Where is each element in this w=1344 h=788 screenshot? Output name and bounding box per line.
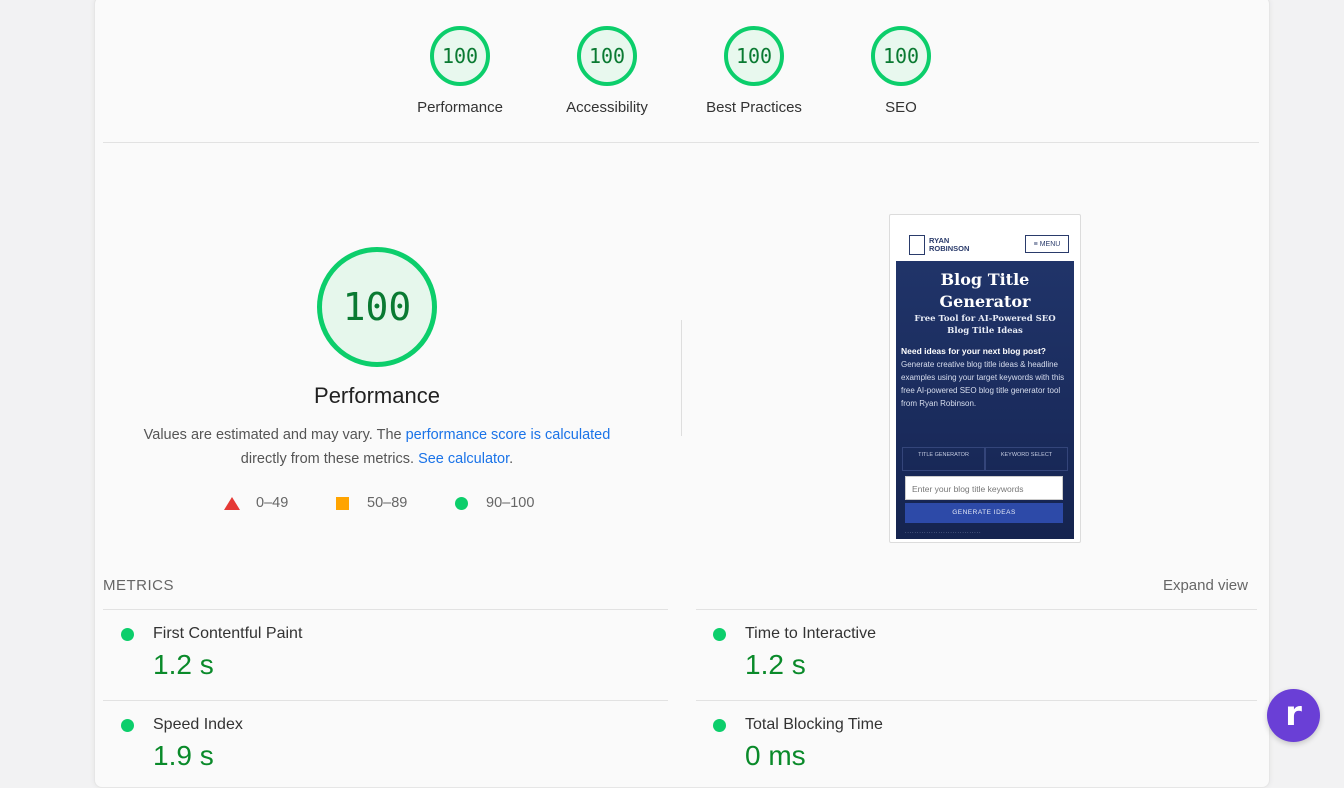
legend-range: 0–49: [256, 495, 289, 511]
thumbnail-body: Generate creative blog title ideas & hea…: [901, 360, 1065, 408]
gauge-label: Accessibility: [566, 99, 648, 116]
performance-description: Values are estimated and may vary. The p…: [120, 423, 634, 471]
thumbnail-tab: TITLE GENERATOR: [902, 447, 985, 471]
divider: [103, 142, 1259, 143]
legend-pass: 90–100: [455, 495, 534, 511]
page-screenshot-thumbnail[interactable]: RYAN ROBINSON ≡ MENU Blog Title Generato…: [889, 214, 1081, 543]
vertical-divider: [681, 320, 682, 436]
pass-dot-icon: [121, 628, 134, 641]
metric-label: First Contentful Paint: [153, 625, 303, 642]
divider: [696, 609, 1257, 610]
divider: [103, 609, 668, 610]
gauge-label: SEO: [885, 99, 917, 116]
thumbnail-menu: ≡ MENU: [1025, 235, 1069, 253]
thumbnail-subtitle: Free Tool for AI-Powered SEO Blog Title …: [914, 314, 1056, 336]
gauge-accessibility[interactable]: 100 Accessibility: [552, 26, 662, 116]
metric-label: Total Blocking Time: [745, 716, 883, 733]
see-calculator-link[interactable]: See calculator: [418, 451, 509, 467]
metric-value: 1.2 s: [745, 649, 806, 680]
r-logo-icon: r: [1285, 693, 1302, 734]
metric-value: 1.9 s: [153, 740, 214, 771]
pass-dot-icon: [713, 719, 726, 732]
gauge-label: Best Practices: [706, 99, 802, 116]
gauge-score: 100: [871, 26, 931, 86]
thumbnail-tab: KEYWORD SELECT: [985, 447, 1068, 471]
triangle-icon: [224, 496, 240, 510]
thumbnail-footer: ................................: [905, 529, 982, 535]
score-gauges: 100 Performance 100 Accessibility 100 Be…: [0, 0, 1344, 143]
performance-title: Performance: [314, 383, 440, 408]
divider: [696, 700, 1257, 701]
expand-view-toggle[interactable]: Expand view: [1163, 577, 1248, 594]
thumbnail-tabs: TITLE GENERATOR KEYWORD SELECT: [902, 447, 1068, 471]
gauge-seo[interactable]: 100 SEO: [846, 26, 956, 116]
thumbnail-title: Blog Title Generator: [939, 270, 1031, 311]
metric-value: 0 ms: [745, 740, 806, 771]
thumbnail-header: RYAN ROBINSON ≡ MENU: [897, 229, 1073, 261]
legend-range: 90–100: [486, 495, 535, 511]
metric-value: 1.2 s: [153, 649, 214, 680]
gauge-score: 100: [724, 26, 784, 86]
gauge-best-practices[interactable]: 100 Best Practices: [699, 26, 809, 116]
gauge-performance[interactable]: 100 Performance: [405, 26, 515, 116]
legend-fail: 0–49: [224, 495, 288, 511]
thumbnail-hero: Blog Title Generator Free Tool for AI-Po…: [896, 261, 1074, 539]
performance-score-link[interactable]: performance score is calculated: [406, 427, 611, 443]
gauge-label: Performance: [417, 99, 503, 116]
circle-icon: [455, 496, 468, 510]
performance-score-gauge: 100: [317, 247, 437, 367]
pass-dot-icon: [713, 628, 726, 641]
desc-text: Values are estimated and may vary. The: [143, 427, 406, 443]
logo-icon: [909, 235, 925, 255]
legend-range: 50–89: [367, 495, 408, 511]
thumbnail-question: Need ideas for your next blog post?: [901, 346, 1046, 356]
metric-label: Speed Index: [153, 716, 243, 733]
metric-label: Time to Interactive: [745, 625, 877, 642]
gauge-score: 100: [430, 26, 490, 86]
gauge-score: 100: [577, 26, 637, 86]
thumbnail-button: GENERATE IDEAS: [905, 503, 1063, 523]
desc-text: .: [509, 451, 514, 467]
legend-average: 50–89: [336, 495, 407, 511]
r-logo-button[interactable]: r: [1267, 689, 1320, 742]
square-icon: [336, 496, 349, 510]
divider: [103, 700, 668, 701]
desc-text: directly from these metrics.: [240, 451, 419, 467]
thumbnail-input: Enter your blog title keywords: [905, 476, 1063, 500]
metrics-heading: METRICS: [103, 577, 174, 594]
thumbnail-brand: RYAN ROBINSON: [929, 236, 970, 253]
pass-dot-icon: [121, 719, 134, 732]
